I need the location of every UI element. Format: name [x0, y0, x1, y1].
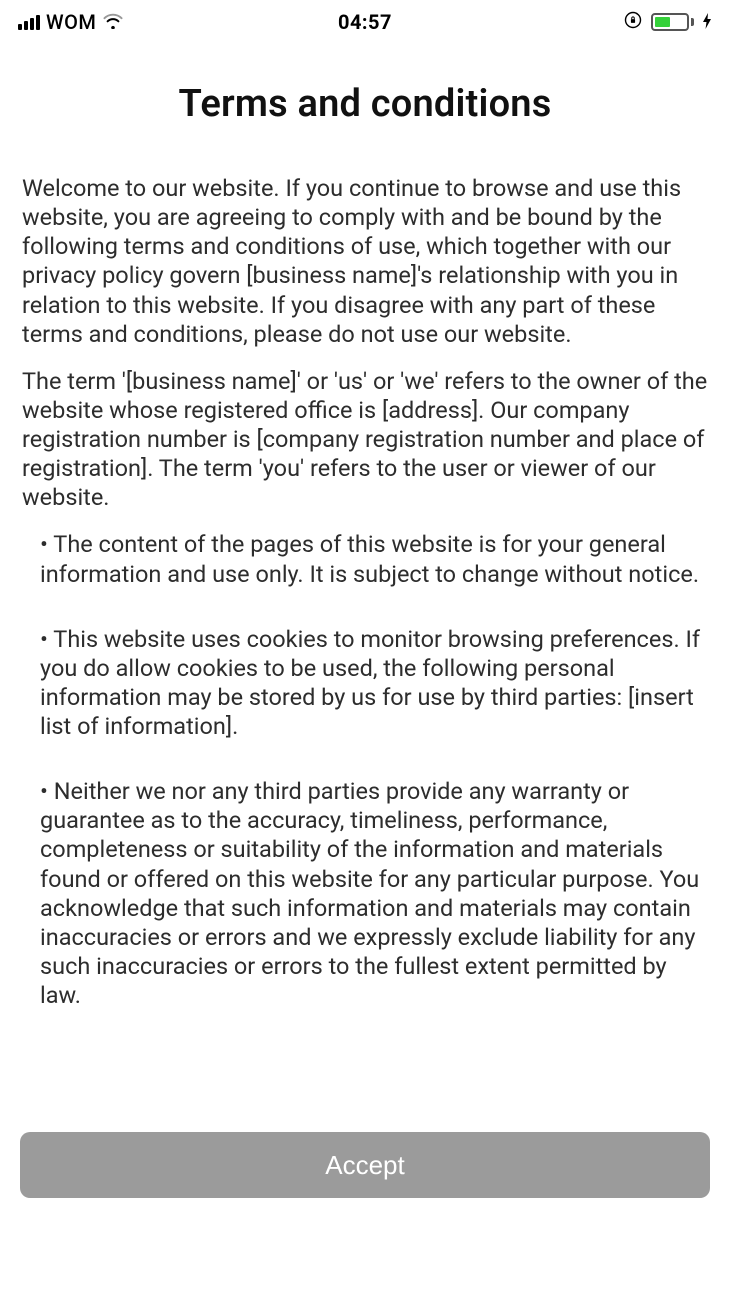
page-title: Terms and conditions: [0, 82, 730, 126]
signal-icon: [18, 14, 40, 30]
bullet-item: • The content of the pages of this websi…: [40, 530, 704, 588]
battery-icon: [651, 13, 694, 31]
status-left: WOM: [18, 10, 124, 34]
status-right: [623, 10, 712, 35]
status-time: 04:57: [338, 10, 392, 34]
carrier-label: WOM: [46, 10, 96, 34]
accept-button[interactable]: Accept: [20, 1132, 710, 1198]
bullet-list: • The content of the pages of this websi…: [22, 530, 708, 1010]
wifi-icon: [102, 10, 124, 34]
rotation-lock-icon: [623, 10, 643, 35]
charging-bolt-icon: [702, 10, 712, 34]
intro-paragraph-1: Welcome to our website. If you continue …: [22, 174, 708, 349]
status-bar: WOM 04:57: [0, 0, 730, 44]
terms-content[interactable]: Welcome to our website. If you continue …: [0, 174, 730, 1074]
accept-button-wrapper: Accept: [20, 1132, 710, 1198]
intro-paragraph-2: The term '[business name]' or 'us' or 'w…: [22, 367, 708, 513]
bullet-item: • Neither we nor any third parties provi…: [40, 777, 704, 1010]
bullet-item: • This website uses cookies to monitor b…: [40, 625, 704, 742]
